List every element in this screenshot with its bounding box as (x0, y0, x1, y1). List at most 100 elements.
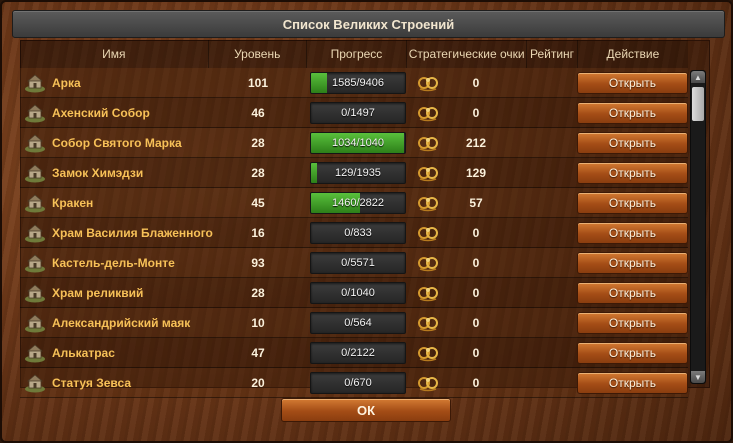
strategy-points-cell: 0 (407, 248, 527, 277)
action-cell: Открыть (577, 128, 688, 157)
rank-cell (527, 308, 577, 337)
building-level: 101 (247, 75, 269, 90)
ok-button[interactable]: ОК (281, 398, 451, 422)
cathedral-icon (24, 103, 46, 123)
building-name-cell: Статуя Зевса (20, 368, 209, 397)
level-cell: 46 (209, 98, 307, 127)
building-name: Замок Химэдзи (52, 165, 144, 180)
action-cell: Открыть (577, 338, 688, 367)
action-cell: Открыть (577, 308, 688, 337)
strategy-points-value: 0 (472, 255, 480, 270)
lighthouse-icon (24, 313, 46, 333)
table-row: Ахенский Собор 46 0/1497 0 Открыть (20, 98, 688, 128)
scroll-up-arrow-icon[interactable]: ▲ (691, 71, 705, 83)
column-header-level[interactable]: Уровень (208, 40, 307, 68)
action-cell: Открыть (577, 98, 688, 127)
prison-icon (24, 343, 46, 363)
progress-text: 0/1497 (341, 106, 375, 119)
open-button[interactable]: Открыть (577, 131, 688, 154)
progress-cell: 1460/2822 (307, 188, 407, 217)
building-name: Собор Святого Марка (52, 135, 182, 150)
great-buildings-list: Арка 101 1585/9406 0 Открыть Ахенский Со… (20, 68, 688, 398)
scrollbar-thumb[interactable] (692, 87, 704, 121)
building-name: Храм Василия Блаженного (52, 225, 213, 240)
column-header-action: Действие (577, 40, 688, 68)
building-level: 93 (251, 255, 265, 270)
action-cell: Открыть (577, 188, 688, 217)
building-name: Алькатрас (52, 345, 115, 360)
progress-cell: 0/564 (307, 308, 407, 337)
column-header-progress[interactable]: Прогресс (306, 40, 408, 68)
building-level: 28 (251, 285, 265, 300)
open-button[interactable]: Открыть (577, 371, 688, 394)
open-button[interactable]: Открыть (577, 191, 688, 214)
rank-cell (527, 98, 577, 127)
rank-cell (527, 158, 577, 187)
progress-text: 0/833 (344, 226, 372, 239)
strategy-points-value: 0 (472, 375, 480, 390)
forge-points-icon (417, 283, 441, 303)
temple-icon (24, 283, 46, 303)
progress-cell: 0/2122 (307, 338, 407, 367)
action-cell: Открыть (577, 248, 688, 277)
table-row: Храм Василия Блаженного 16 0/833 0 Откры… (20, 218, 688, 248)
strategy-points-cell: 0 (407, 68, 527, 97)
progress-text: 0/564 (344, 316, 372, 329)
column-header-rank[interactable]: Рейтинг (527, 40, 578, 68)
open-button[interactable]: Открыть (577, 71, 688, 94)
strategy-points-cell: 57 (407, 188, 527, 217)
action-cell: Открыть (577, 278, 688, 307)
building-name-cell: Кракен (20, 188, 209, 217)
strategy-points-value: 0 (472, 345, 480, 360)
forge-points-icon (417, 373, 441, 393)
progress-cell: 0/833 (307, 218, 407, 247)
building-name: Храм реликвий (52, 285, 144, 300)
progress-text: 1585/9406 (332, 76, 384, 89)
fortress-icon (24, 253, 46, 273)
level-cell: 10 (209, 308, 307, 337)
rank-cell (527, 128, 577, 157)
scroll-down-arrow-icon[interactable]: ▼ (691, 371, 705, 383)
building-level: 20 (251, 375, 265, 390)
open-button[interactable]: Открыть (577, 251, 688, 274)
open-button[interactable]: Открыть (577, 341, 688, 364)
open-button[interactable]: Открыть (577, 281, 688, 304)
building-name-cell: Александрийский маяк (20, 308, 209, 337)
level-cell: 47 (209, 338, 307, 367)
progress-bar: 0/1040 (310, 281, 406, 304)
table-row: Замок Химэдзи 28 129/1935 129 Открыть (20, 158, 688, 188)
kraken-icon (24, 193, 46, 213)
building-level: 46 (251, 105, 265, 120)
open-button[interactable]: Открыть (577, 161, 688, 184)
progress-bar: 0/670 (310, 371, 406, 394)
level-cell: 20 (209, 368, 307, 397)
action-cell: Открыть (577, 68, 688, 97)
level-cell: 93 (209, 248, 307, 277)
open-button[interactable]: Открыть (577, 101, 688, 124)
strategy-points-value: 57 (469, 195, 483, 210)
progress-cell: 0/670 (307, 368, 407, 397)
strategy-points-cell: 0 (407, 98, 527, 127)
building-name-cell: Кастель-дель-Монте (20, 248, 209, 277)
open-button[interactable]: Открыть (577, 221, 688, 244)
building-name-cell: Храм Василия Блаженного (20, 218, 213, 247)
table-row: Кракен 45 1460/2822 57 Открыть (20, 188, 688, 218)
action-cell: Открыть (577, 158, 688, 187)
building-level: 28 (251, 135, 265, 150)
column-header-name[interactable]: Имя (20, 40, 209, 68)
building-name: Ахенский Собор (52, 105, 150, 120)
level-cell: 101 (209, 68, 307, 97)
table-row: Собор Святого Марка 28 1034/1040 212 Отк… (20, 128, 688, 158)
progress-bar: 1034/1040 (310, 131, 406, 154)
building-level: 10 (251, 315, 265, 330)
progress-text: 129/1935 (335, 166, 381, 179)
level-cell: 28 (209, 158, 307, 187)
column-header-strategy-points[interactable]: Стратегические очки (407, 40, 528, 68)
open-button[interactable]: Открыть (577, 311, 688, 334)
strategy-points-value: 129 (465, 165, 487, 180)
arch-icon (24, 73, 46, 93)
scrollbar[interactable]: ▲ ▼ (690, 70, 706, 384)
progress-cell: 0/1497 (307, 98, 407, 127)
progress-bar: 0/5571 (310, 251, 406, 274)
building-name: Кракен (52, 195, 94, 210)
